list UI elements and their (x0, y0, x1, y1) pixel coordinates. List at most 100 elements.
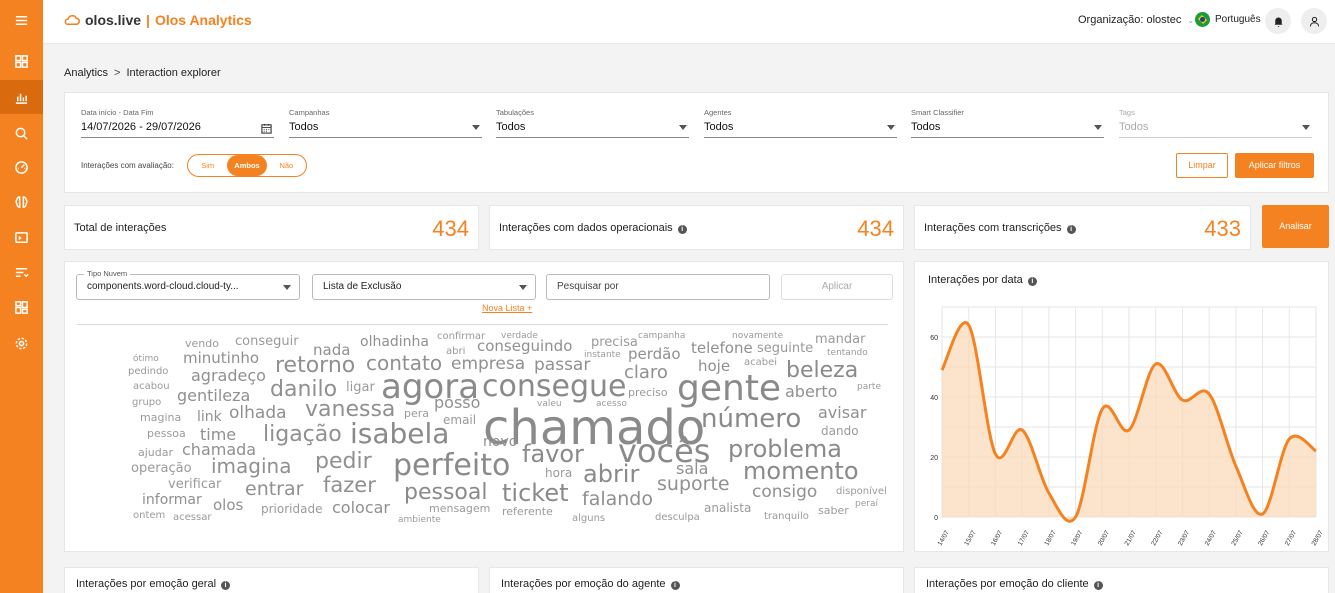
cloud-word[interactable]: telefone (691, 341, 753, 356)
cloud-word[interactable]: novo (483, 435, 517, 449)
cloud-word[interactable]: saber (818, 505, 849, 516)
cloud-word[interactable]: preciso (628, 387, 668, 398)
cloud-word[interactable]: favor (522, 442, 584, 466)
campanhas-value[interactable]: Todos (289, 121, 482, 138)
cloud-word[interactable]: tentando (827, 349, 868, 358)
cloud-word[interactable]: alguns (572, 514, 605, 524)
user-button[interactable] (1301, 8, 1327, 34)
bar-chart-icon[interactable] (0, 80, 43, 114)
cloud-word[interactable]: fazer (323, 475, 376, 496)
info-icon[interactable]: i (1066, 225, 1076, 234)
cloud-word[interactable]: acessar (173, 513, 211, 523)
cloud-word[interactable]: vendo (185, 338, 219, 349)
cloud-word[interactable]: olhadinha (360, 335, 429, 349)
search-input[interactable]: Pesquisar por (546, 274, 770, 300)
cloud-word[interactable]: valeu (537, 400, 562, 409)
cloud-word[interactable]: conseguir (235, 335, 299, 348)
cloud-word[interactable]: número (701, 406, 801, 432)
evaluation-option-nao[interactable]: Não (267, 155, 306, 176)
cloud-word[interactable]: referente (502, 506, 553, 517)
cloud-word[interactable]: passar (534, 357, 590, 374)
cloud-word[interactable]: chamada (182, 442, 256, 458)
cloud-word[interactable]: ajudar (138, 447, 173, 458)
cloud-word[interactable]: vanessa (305, 399, 395, 421)
brain-icon[interactable] (0, 185, 43, 219)
cloud-word[interactable]: isabela (350, 420, 449, 448)
apply-filters-button[interactable]: Aplicar filtros (1235, 153, 1314, 178)
cloud-word[interactable]: falando (582, 490, 653, 509)
apply-cloud-button[interactable]: Aplicar (781, 274, 893, 300)
tabulacoes-value[interactable]: Todos (496, 121, 689, 138)
cloud-word[interactable]: link (197, 410, 222, 424)
cloud-word[interactable]: conseguindo (477, 339, 572, 354)
cloud-word[interactable]: acabei (744, 358, 777, 368)
cloud-word[interactable]: posso (434, 395, 480, 411)
calendar-icon[interactable] (261, 123, 272, 134)
cloud-word[interactable]: gente (677, 371, 781, 407)
cloud-word[interactable]: gentileza (177, 388, 250, 404)
cloud-word[interactable]: colocar (332, 500, 390, 516)
cloud-word[interactable]: imagina (211, 456, 291, 476)
info-icon[interactable]: i (1093, 581, 1103, 590)
dashboard-grid-icon[interactable] (0, 44, 43, 78)
cloud-word[interactable]: abri (446, 347, 465, 357)
evaluation-option-sim[interactable]: Sim (188, 155, 227, 176)
gauge-icon[interactable] (0, 150, 43, 184)
cloud-word[interactable]: campanha (638, 332, 685, 341)
cloud-word[interactable]: magina (140, 412, 181, 423)
cloud-word[interactable]: abrir (583, 462, 639, 486)
cloud-word[interactable]: pedir (315, 451, 372, 473)
cloud-word[interactable]: verdade (501, 332, 538, 341)
tabulacoes-select[interactable]: Tabulações Todos (496, 108, 689, 138)
cloud-word[interactable]: acabou (133, 382, 170, 392)
cloud-word[interactable]: operação (131, 462, 192, 475)
cloud-word[interactable]: entrar (245, 480, 303, 499)
cloud-word[interactable]: pera (404, 408, 429, 419)
cloud-word[interactable]: ótimo (133, 355, 159, 364)
language-selector[interactable]: Português (1195, 12, 1261, 27)
cloud-word[interactable]: danilo (270, 379, 337, 401)
cloud-word[interactable]: disponível (836, 487, 887, 497)
cloud-word[interactable]: minutinho (183, 351, 259, 366)
notifications-button[interactable] (1265, 8, 1291, 34)
info-icon[interactable]: i (677, 225, 687, 234)
cloud-word[interactable]: prioridade (261, 503, 322, 515)
smart-classifier-value[interactable]: Todos (911, 121, 1104, 138)
cloud-word[interactable]: sala (676, 461, 708, 477)
cloud-word[interactable]: contato (366, 353, 442, 373)
agentes-select[interactable]: Agentes Todos (704, 108, 897, 138)
cloud-word[interactable]: ambiente (398, 516, 441, 525)
cloud-word[interactable]: pessoa (147, 428, 186, 439)
cloud-word[interactable]: olos (213, 498, 243, 513)
cloud-word[interactable]: ticket (502, 481, 569, 505)
cloud-word[interactable]: parte (857, 383, 881, 392)
breadcrumb-root[interactable]: Analytics (64, 67, 108, 79)
campanhas-select[interactable]: Campanhas Todos (289, 108, 482, 138)
menu-icon[interactable] (0, 3, 43, 37)
search-icon[interactable] (0, 116, 43, 150)
exclusion-list-select[interactable]: Lista de Exclusão (312, 274, 536, 300)
cloud-word[interactable]: beleza (786, 360, 858, 382)
cloud-word[interactable]: consegue (482, 372, 626, 402)
cloud-word[interactable]: hora (545, 467, 572, 479)
cloud-word[interactable]: dando (821, 425, 859, 437)
smart-classifier-select[interactable]: Smart Classifier Todos (911, 108, 1104, 138)
cloud-word[interactable]: pessoal (404, 482, 487, 504)
list-filter-icon[interactable] (0, 255, 43, 289)
terminal-icon[interactable] (0, 220, 43, 254)
cloud-word[interactable]: momento (743, 459, 859, 483)
organization-selector[interactable]: Organização: olostec ⌄ (1078, 14, 1194, 26)
cloud-word[interactable]: analista (704, 502, 751, 514)
evaluation-option-ambos[interactable]: Ambos (227, 155, 267, 176)
cloud-word[interactable]: mandar (815, 333, 865, 346)
cloud-word[interactable]: perfeito (393, 451, 510, 481)
cloud-word[interactable]: confirmar (437, 332, 485, 342)
cloud-word[interactable]: consigo (752, 484, 817, 501)
cloud-word[interactable]: ligação (263, 424, 342, 446)
cloud-word[interactable]: ontem (133, 511, 165, 521)
clear-filters-button[interactable]: Limpar (1176, 153, 1228, 178)
cloud-word[interactable]: claro (624, 364, 668, 382)
cloud-word[interactable]: email (443, 414, 476, 426)
date-range-value[interactable]: 14/07/2026 - 29/07/2026 (81, 121, 274, 138)
cloud-word[interactable]: empresa (451, 356, 525, 373)
